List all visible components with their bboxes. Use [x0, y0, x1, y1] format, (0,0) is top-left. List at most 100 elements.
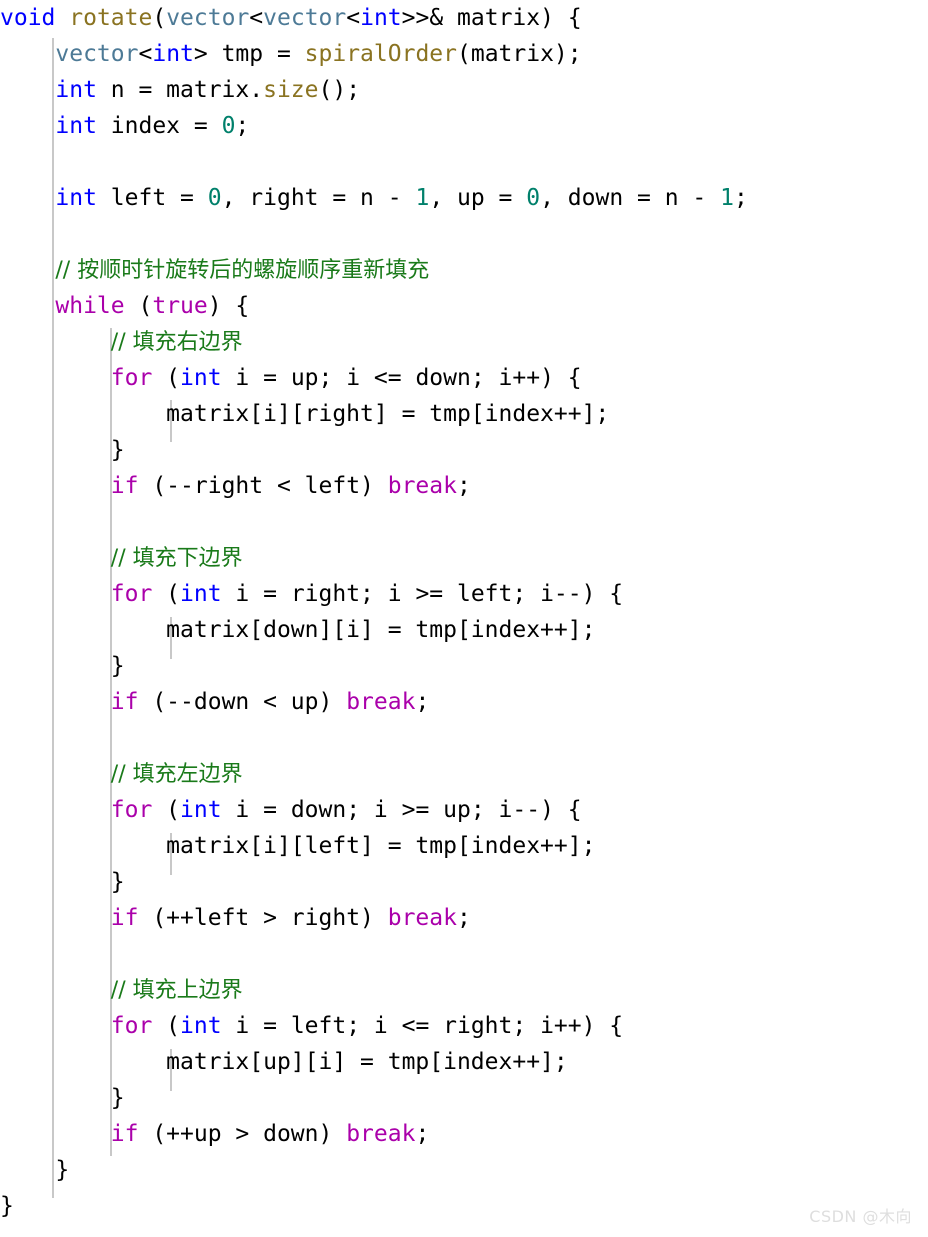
code-line[interactable]: matrix[i][left] = tmp[index++];	[0, 828, 928, 864]
code-token-ctrl: while	[55, 293, 125, 319]
code-token-plain: index =	[96, 113, 222, 139]
code-line[interactable]: }	[0, 648, 928, 684]
code-line[interactable]: // 填充下边界	[0, 540, 928, 576]
code-token-num: 0	[221, 113, 236, 139]
code-token-plain: ;	[415, 689, 430, 715]
code-token-plain: ;	[456, 473, 471, 499]
code-line[interactable]: if (++left > right) break;	[0, 900, 928, 936]
code-token-ctrl: if	[110, 905, 139, 931]
code-token-kw: int	[360, 5, 402, 31]
code-token-cmt: // 填充下边界	[110, 546, 243, 571]
code-line[interactable]: int n = matrix.size();	[0, 72, 928, 108]
code-token-kw: int	[180, 1013, 222, 1039]
code-token-plain: i = up; i <= down; i++) {	[221, 365, 582, 391]
code-line[interactable]: }	[0, 864, 928, 900]
code-line[interactable]	[0, 504, 928, 540]
code-line[interactable]: for (int i = up; i <= down; i++) {	[0, 360, 928, 396]
code-line[interactable]: int left = 0, right = n - 1, up = 0, dow…	[0, 180, 928, 216]
code-token-ctrl: for	[110, 1013, 153, 1039]
code-line[interactable]: }	[0, 432, 928, 468]
code-line[interactable]: while (true) {	[0, 288, 928, 324]
csdn-watermark: CSDN @木向	[809, 1207, 912, 1226]
code-line[interactable]: for (int i = left; i <= right; i++) {	[0, 1008, 928, 1044]
code-token-plain: ;	[415, 1121, 430, 1147]
code-token-ctrl: break	[387, 473, 457, 499]
code-token-plain: <	[346, 5, 361, 31]
code-token-type: vector	[166, 5, 250, 31]
code-line[interactable]: if (--right < left) break;	[0, 468, 928, 504]
code-token-plain: matrix[i][right] = tmp[index++];	[0, 401, 610, 427]
code-line[interactable]: if (++up > down) break;	[0, 1116, 928, 1152]
code-token-plain: }	[0, 437, 125, 463]
code-token-kw: int	[55, 113, 97, 139]
code-token-kw: int	[180, 797, 222, 823]
code-line[interactable]: }	[0, 1152, 928, 1188]
code-token-ctrl: break	[346, 1121, 416, 1147]
code-line[interactable]: // 填充右边界	[0, 324, 928, 360]
code-token-ctrl: if	[110, 689, 139, 715]
code-token-plain: , right = n -	[221, 185, 416, 211]
code-token-plain: (	[152, 365, 181, 391]
code-line[interactable]: matrix[down][i] = tmp[index++];	[0, 612, 928, 648]
code-token-plain: n = matrix.	[96, 77, 264, 103]
code-line[interactable]: matrix[i][right] = tmp[index++];	[0, 396, 928, 432]
code-line[interactable]: for (int i = down; i >= up; i--) {	[0, 792, 928, 828]
code-line[interactable]: // 按顺时针旋转后的螺旋顺序重新填充	[0, 252, 928, 288]
code-line[interactable]	[0, 720, 928, 756]
code-line[interactable]: }	[0, 1188, 928, 1224]
code-token-plain: (++up > down)	[138, 1121, 347, 1147]
code-token-num: 0	[207, 185, 222, 211]
code-line[interactable]: if (--down < up) break;	[0, 684, 928, 720]
code-line[interactable]	[0, 936, 928, 972]
code-token-plain: >>& matrix) {	[401, 5, 582, 31]
code-token-plain: }	[0, 1157, 70, 1183]
code-token-plain: (	[152, 1013, 181, 1039]
code-token-plain: , down = n -	[540, 185, 721, 211]
code-line[interactable]	[0, 144, 928, 180]
code-token-kw: int	[180, 365, 222, 391]
code-token-kw: int	[180, 581, 222, 607]
code-token-type: vector	[263, 5, 347, 31]
code-token-num: 1	[720, 185, 734, 211]
code-line[interactable]: vector<int> tmp = spiralOrder(matrix);	[0, 36, 928, 72]
code-line[interactable]: for (int i = right; i >= left; i--) {	[0, 576, 928, 612]
code-token-plain: (	[152, 797, 181, 823]
code-token-plain: > tmp =	[193, 41, 305, 67]
code-token-ctrl: for	[110, 797, 153, 823]
code-token-plain: (	[124, 293, 153, 319]
code-token-cmt: // 填充上边界	[110, 978, 243, 1003]
code-token-ctrl: for	[110, 581, 153, 607]
code-token-ctrl: true	[152, 293, 208, 319]
code-token-plain: , up =	[429, 185, 527, 211]
code-token-fn: size	[263, 77, 319, 103]
code-token-fn: spiralOrder	[304, 41, 457, 67]
code-lines-container: void rotate(vector<vector<int>>& matrix)…	[0, 0, 928, 1224]
code-line[interactable]: matrix[up][i] = tmp[index++];	[0, 1044, 928, 1080]
code-token-plain: (++left > right)	[138, 905, 388, 931]
code-token-cmt: // 填充左边界	[110, 762, 243, 787]
code-token-kw: int	[55, 77, 97, 103]
code-line[interactable]	[0, 216, 928, 252]
code-line[interactable]: int index = 0;	[0, 108, 928, 144]
code-line[interactable]: }	[0, 1080, 928, 1116]
code-token-plain: i = down; i >= up; i--) {	[221, 797, 582, 823]
code-line[interactable]: void rotate(vector<vector<int>>& matrix)…	[0, 0, 928, 36]
code-token-plain: <	[249, 5, 264, 31]
code-token-num: 0	[526, 185, 541, 211]
code-line[interactable]: // 填充左边界	[0, 756, 928, 792]
code-token-ctrl: if	[110, 1121, 139, 1147]
code-line[interactable]: // 填充上边界	[0, 972, 928, 1008]
